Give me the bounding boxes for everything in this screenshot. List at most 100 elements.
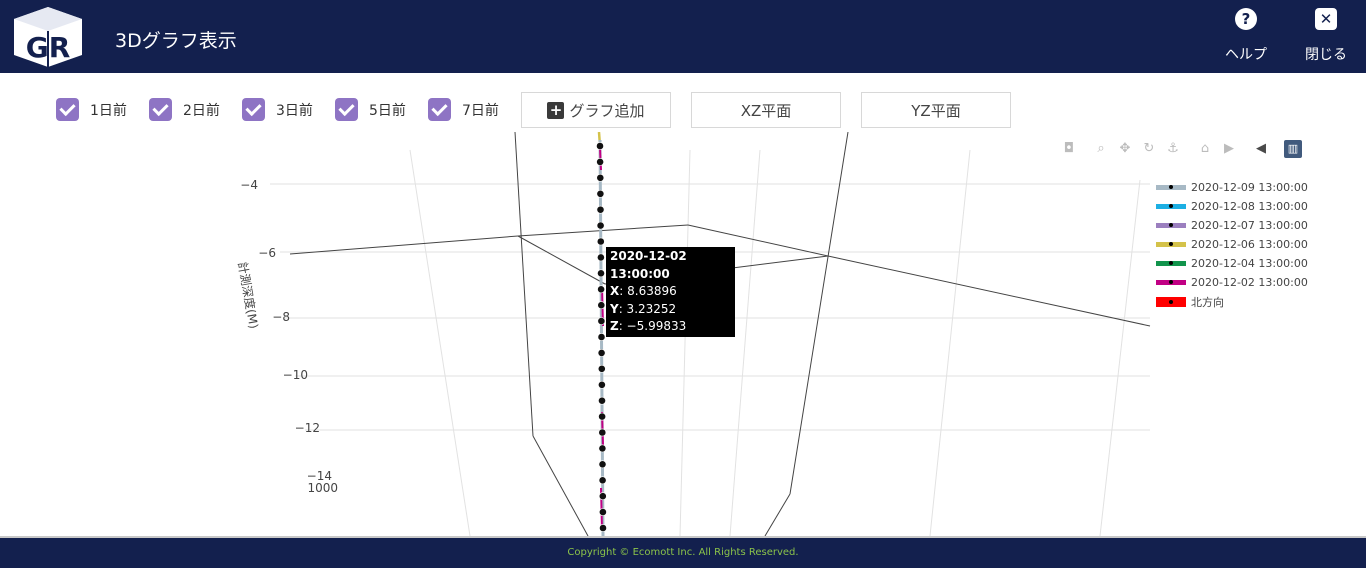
legend-swatch <box>1156 204 1186 209</box>
plot-modebar: ◘ ⌕ ✥ ↻ ⚓ ⌂ ▶ ◀ ▥ <box>1060 140 1302 158</box>
pan-icon[interactable]: ✥ <box>1116 140 1134 158</box>
legend-swatch <box>1156 296 1186 307</box>
add-graph-button[interactable]: + グラフ追加 <box>521 92 671 128</box>
data-point-marker[interactable] <box>599 508 607 516</box>
legend-item[interactable]: 2020-12-08 13:00:00 <box>1156 197 1308 216</box>
page-title: 3Dグラフ表示 <box>115 30 237 52</box>
data-point-marker[interactable] <box>596 205 605 214</box>
legend-swatch <box>1156 280 1186 285</box>
checkbox-icon[interactable] <box>335 98 358 121</box>
footer: Copyright © Ecomott Inc. All Rights Rese… <box>0 538 1366 568</box>
checkbox-3day[interactable]: 3日前 <box>242 98 313 121</box>
data-point-marker[interactable] <box>599 524 607 532</box>
checkbox-icon[interactable] <box>56 98 79 121</box>
turntable-icon[interactable]: ⚓ <box>1164 140 1182 158</box>
data-point-marker[interactable] <box>597 253 605 262</box>
z-tick-label: −8 <box>272 310 290 324</box>
legend-label: 2020-12-07 13:00:00 <box>1191 219 1308 232</box>
close-label: 閉じる <box>1305 47 1347 63</box>
z-tick-label: −4 <box>240 178 258 192</box>
checkbox-7day[interactable]: 7日前 <box>428 98 499 121</box>
legend-swatch <box>1156 242 1186 247</box>
legend-label: 2020-12-09 13:00:00 <box>1191 181 1308 194</box>
app-logo: GR <box>14 7 82 67</box>
tooltip-y-label: Y <box>610 301 619 316</box>
data-point-marker[interactable] <box>598 460 607 469</box>
legend-item[interactable]: 2020-12-04 13:00:00 <box>1156 254 1308 273</box>
checkbox-label: 3日前 <box>276 102 313 119</box>
tooltip-x: X: 8.63896 <box>610 283 731 301</box>
data-point-marker[interactable] <box>598 396 606 405</box>
checkbox-icon[interactable] <box>428 98 451 121</box>
data-point-marker[interactable] <box>597 301 606 310</box>
orbit-icon[interactable]: ↻ <box>1140 140 1158 158</box>
help-button[interactable]: ? ヘルプ <box>1216 8 1276 64</box>
zoom-icon[interactable]: ⌕ <box>1092 140 1110 158</box>
add-graph-label: グラフ追加 <box>569 101 645 120</box>
camera-icon[interactable]: ◘ <box>1060 140 1078 158</box>
checkbox-1day[interactable]: 1日前 <box>56 98 127 121</box>
checkbox-icon[interactable] <box>149 98 172 121</box>
legend-label: 2020-12-08 13:00:00 <box>1191 200 1308 213</box>
tooltip-z-label: Z <box>610 319 619 333</box>
data-point-marker[interactable] <box>596 142 604 150</box>
data-point-marker[interactable] <box>597 348 606 357</box>
legend-item[interactable]: 2020-12-09 13:00:00 <box>1156 178 1308 197</box>
camera-reset-icon[interactable]: ▶ <box>1220 140 1238 158</box>
top-bar: GR 3Dグラフ表示 ? ヘルプ ✕ 閉じる <box>0 0 1366 73</box>
legend-label: 2020-12-04 13:00:00 <box>1191 257 1308 270</box>
data-point-marker[interactable] <box>598 412 606 421</box>
data-point-marker[interactable] <box>597 333 606 341</box>
data-point-marker[interactable] <box>598 380 606 389</box>
checkbox-label: 7日前 <box>462 102 499 119</box>
data-point-marker[interactable] <box>597 317 606 325</box>
z-tick-label: −12 <box>295 421 320 435</box>
checkbox-icon[interactable] <box>242 98 265 121</box>
close-button[interactable]: ✕ 閉じる <box>1296 8 1356 64</box>
tooltip-y: Y: 3.23252 <box>610 301 731 319</box>
z-axis-title: 計測深度(M) <box>235 261 262 330</box>
data-point-marker[interactable] <box>596 157 604 166</box>
close-icon: ✕ <box>1315 8 1337 30</box>
legend-item[interactable]: 2020-12-02 13:00:00 <box>1156 273 1308 292</box>
hover-closest-icon[interactable]: ◀ <box>1252 140 1270 158</box>
data-point-marker[interactable] <box>596 221 605 230</box>
tooltip-z-value: : −5.99833 <box>618 319 687 333</box>
data-point-marker[interactable] <box>598 444 607 453</box>
data-point-marker[interactable] <box>598 476 607 485</box>
data-point-marker[interactable] <box>598 428 607 437</box>
data-point-marker[interactable] <box>596 189 605 198</box>
home-icon[interactable]: ⌂ <box>1196 140 1214 158</box>
checkbox-2day[interactable]: 2日前 <box>149 98 220 121</box>
legend-item[interactable]: 2020-12-07 13:00:00 <box>1156 216 1308 235</box>
data-point-marker[interactable] <box>597 364 606 373</box>
yz-plane-button[interactable]: YZ平面 <box>861 92 1011 128</box>
legend-item[interactable]: 北方向 <box>1156 292 1308 311</box>
checkbox-label: 1日前 <box>90 102 127 119</box>
help-icon: ? <box>1235 8 1257 30</box>
xz-plane-label: XZ平面 <box>740 101 792 120</box>
legend-label: 2020-12-02 13:00:00 <box>1191 276 1308 289</box>
tooltip-x-label: X <box>610 284 620 298</box>
legend-item[interactable]: 2020-12-06 13:00:00 <box>1156 235 1308 254</box>
copyright-text: Copyright © Ecomott Inc. All Rights Rese… <box>567 547 799 558</box>
tooltip-title: 2020-12-02 13:00:00 <box>610 249 687 281</box>
xz-plane-button[interactable]: XZ平面 <box>691 92 841 128</box>
help-label: ヘルプ <box>1225 47 1267 63</box>
hover-tooltip: 2020-12-02 13:00:00 X: 8.63896 Y: 3.2325… <box>606 247 735 337</box>
control-bar: 1日前 2日前 3日前 5日前 7日前 + グラフ追加 XZ平面 YZ平面 <box>0 92 1366 132</box>
data-point-marker[interactable] <box>597 269 605 278</box>
logo-text: GR <box>26 31 71 64</box>
tooltip-x-value: : 8.63896 <box>619 284 677 298</box>
data-point-marker[interactable] <box>598 492 607 501</box>
spike-lines-icon[interactable]: ▥ <box>1284 140 1302 158</box>
checkbox-5day[interactable]: 5日前 <box>335 98 406 121</box>
checkbox-label: 2日前 <box>183 102 220 119</box>
tooltip-z: Z: −5.99833 <box>610 318 731 336</box>
data-point-marker[interactable] <box>597 285 605 294</box>
legend-label: 北方向 <box>1191 295 1224 309</box>
plus-icon: + <box>547 101 565 119</box>
data-point-marker[interactable] <box>596 237 605 246</box>
tooltip-y-value: : 3.23252 <box>618 301 677 316</box>
data-point-marker[interactable] <box>596 173 605 182</box>
